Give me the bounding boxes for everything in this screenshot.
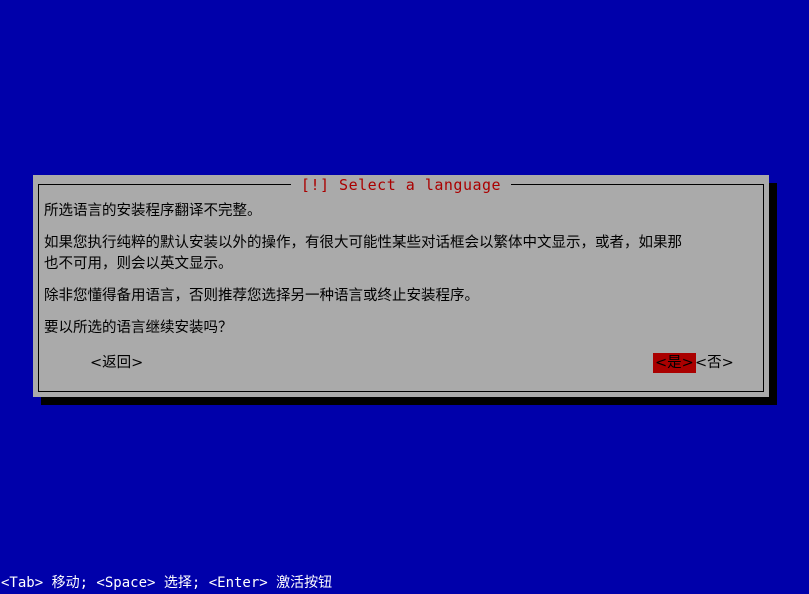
- no-button[interactable]: <否>: [693, 353, 736, 373]
- dialog-paragraph-3: 除非您懂得备用语言，否则推荐您选择另一种语言或终止安装程序。: [44, 288, 479, 304]
- dialog-button-row: <返回> <是> <否>: [44, 353, 758, 375]
- dialog-paragraph-2: 如果您执行纯粹的默认安装以外的操作，有很大可能性某些对话框会以繁体中文显示，或者…: [44, 235, 682, 272]
- dialog-paragraph-1: 所选语言的安装程序翻译不完整。: [44, 203, 262, 219]
- select-language-dialog: [!] Select a language 所选语言的安装程序翻译不完整。 如果…: [33, 175, 769, 397]
- dialog-paragraph-4: 要以所选的语言继续安装吗？: [44, 320, 233, 336]
- yes-button[interactable]: <是>: [653, 353, 696, 373]
- keyboard-help-statusbar: <Tab> 移动; <Space> 选择; <Enter> 激活按钮: [0, 572, 809, 594]
- go-back-button[interactable]: <返回>: [88, 353, 145, 373]
- installer-screen: [!] Select a language 所选语言的安装程序翻译不完整。 如果…: [0, 0, 809, 594]
- dialog-body: 所选语言的安装程序翻译不完整。 如果您执行纯粹的默认安装以外的操作，有很大可能性…: [44, 201, 758, 386]
